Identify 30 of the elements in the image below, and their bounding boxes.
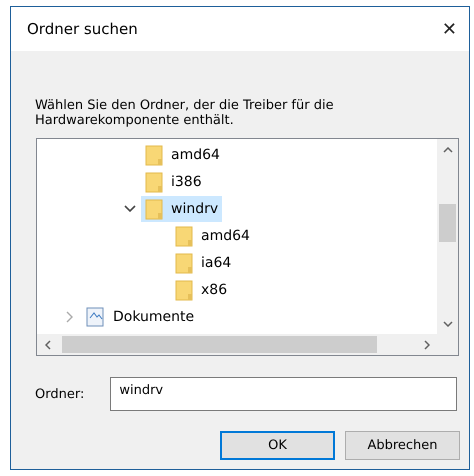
tree-item[interactable]: ia64 xyxy=(171,250,236,276)
tree-item[interactable]: x86 xyxy=(171,276,232,302)
folder-input[interactable]: windrv xyxy=(110,377,458,411)
folder-label: Ordner: xyxy=(35,386,84,402)
instruction-text: Wählen Sie den Ordner, der die Treiber für die Hardwarekomponente enthält. xyxy=(35,98,335,128)
close-button[interactable]: ✕ xyxy=(438,18,461,40)
tree-item[interactable]: amd64 xyxy=(171,222,254,248)
vertical-scrollbar[interactable] xyxy=(437,139,458,334)
tree-item[interactable]: windrv xyxy=(141,196,222,222)
horizontal-scrollbar[interactable] xyxy=(37,334,437,355)
folder-icon xyxy=(175,252,193,274)
folder-icon xyxy=(175,224,193,246)
chevron-down-icon[interactable] xyxy=(124,204,136,212)
documents-icon xyxy=(85,306,105,328)
scroll-right-icon[interactable] xyxy=(424,340,430,350)
scroll-left-icon[interactable] xyxy=(44,340,50,350)
scroll-thumb[interactable] xyxy=(439,204,456,242)
tree-item[interactable]: i386 xyxy=(141,168,206,194)
folder-icon xyxy=(145,170,163,192)
scroll-thumb[interactable] xyxy=(62,336,377,353)
window-title: Ordner suchen xyxy=(27,20,138,38)
cancel-button[interactable]: Abbrechen xyxy=(345,431,460,460)
tree-item[interactable]: Dokumente xyxy=(81,304,198,330)
folder-icon xyxy=(175,278,193,300)
scroll-down-icon[interactable] xyxy=(442,320,452,326)
ok-button[interactable]: OK xyxy=(220,431,335,460)
scroll-up-icon[interactable] xyxy=(442,146,452,152)
folder-icon xyxy=(145,198,163,220)
folder-icon xyxy=(145,144,163,166)
tree-item[interactable]: amd64 xyxy=(141,142,224,168)
